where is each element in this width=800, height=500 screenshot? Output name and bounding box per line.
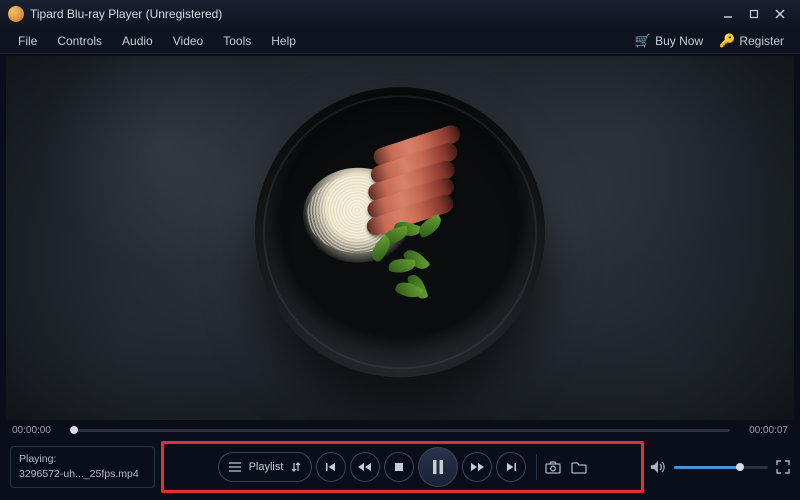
fullscreen-button[interactable] — [776, 460, 790, 474]
volume-thumb[interactable] — [736, 463, 744, 471]
transport-controls: Playlist — [163, 447, 642, 487]
volume-group — [650, 460, 790, 474]
menu-controls[interactable]: Controls — [47, 34, 112, 48]
sort-icon — [291, 462, 301, 472]
register-link[interactable]: 🔑 Register — [711, 33, 792, 49]
volume-icon[interactable] — [650, 460, 666, 474]
time-total: 00:00:07 — [738, 425, 788, 436]
snapshot-button[interactable] — [545, 461, 561, 474]
menu-audio[interactable]: Audio — [112, 34, 163, 48]
seek-thumb[interactable] — [70, 426, 78, 434]
menu-tools[interactable]: Tools — [213, 34, 261, 48]
now-playing-box: Playing: 3296572-uh..._25fps.mp4 — [10, 446, 155, 488]
buy-now-link[interactable]: 🛒 Buy Now — [627, 33, 711, 49]
list-icon — [229, 462, 241, 472]
stop-button[interactable] — [384, 452, 414, 482]
menu-file[interactable]: File — [8, 34, 47, 48]
app-logo-icon — [8, 6, 24, 22]
open-file-button[interactable] — [571, 461, 587, 474]
now-playing-filename: 3296572-uh..._25fps.mp4 — [19, 467, 146, 482]
forward-button[interactable] — [462, 452, 492, 482]
volume-fill — [674, 466, 740, 469]
key-icon: 🔑 — [719, 33, 735, 49]
video-frame — [6, 56, 794, 420]
rewind-button[interactable] — [350, 452, 380, 482]
controls-bar: Playing: 3296572-uh..._25fps.mp4 Playlis… — [0, 440, 800, 500]
previous-button[interactable] — [316, 452, 346, 482]
close-button[interactable] — [768, 5, 792, 23]
time-elapsed: 00:00:00 — [12, 425, 62, 436]
minimize-button[interactable] — [716, 5, 740, 23]
seek-track[interactable] — [70, 429, 730, 432]
register-label: Register — [739, 34, 784, 48]
video-viewport[interactable] — [6, 56, 794, 420]
app-window: Tipard Blu-ray Player (Unregistered) Fil… — [0, 0, 800, 500]
volume-slider[interactable] — [674, 466, 768, 469]
seek-bar: 00:00:00 00:00:07 — [0, 420, 800, 440]
menu-video[interactable]: Video — [163, 34, 213, 48]
next-button[interactable] — [496, 452, 526, 482]
cart-icon: 🛒 — [635, 33, 651, 49]
pause-button[interactable] — [418, 447, 458, 487]
buy-now-label: Buy Now — [655, 34, 703, 48]
window-title: Tipard Blu-ray Player (Unregistered) — [30, 7, 222, 21]
extra-controls — [536, 454, 587, 480]
playlist-label: Playlist — [249, 461, 284, 473]
menu-help[interactable]: Help — [261, 34, 306, 48]
playlist-button[interactable]: Playlist — [218, 452, 313, 482]
titlebar: Tipard Blu-ray Player (Unregistered) — [0, 0, 800, 28]
maximize-button[interactable] — [742, 5, 766, 23]
now-playing-label: Playing: — [19, 452, 146, 467]
menubar: File Controls Audio Video Tools Help 🛒 B… — [0, 28, 800, 54]
